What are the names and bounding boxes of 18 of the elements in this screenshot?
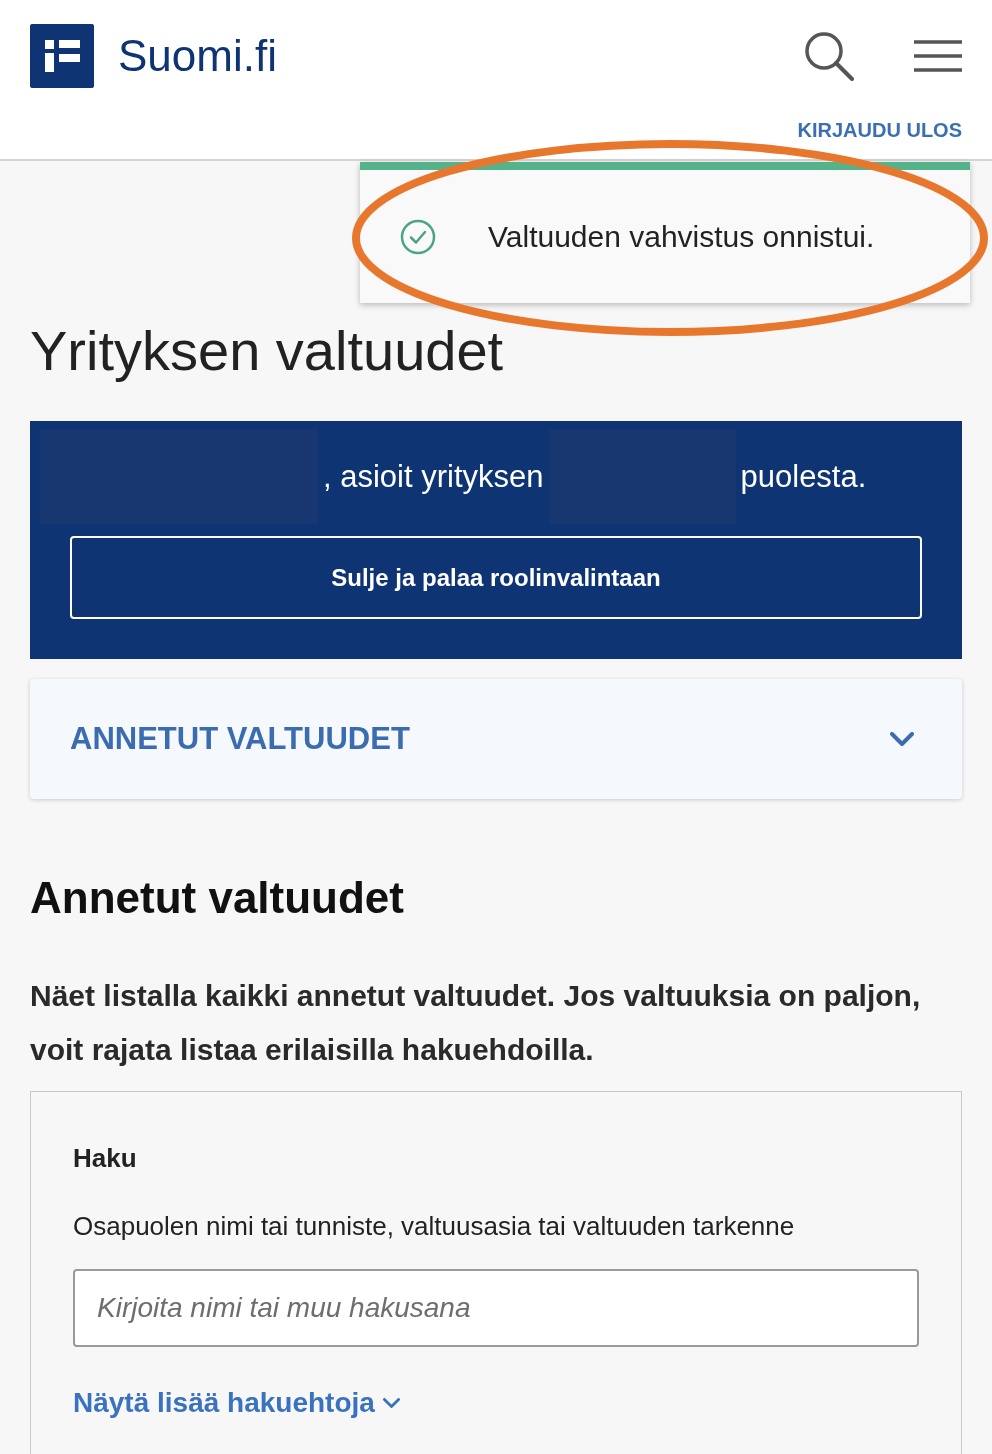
page-title: Yrityksen valtuudet (30, 318, 505, 384)
logo-icon[interactable] (30, 24, 94, 88)
site-name[interactable]: Suomi.fi (118, 34, 277, 78)
menu-icon[interactable] (914, 40, 962, 72)
logout-link[interactable]: KIRJAUDU ULOS (797, 118, 962, 142)
section-heading: Annetut valtuudet (30, 872, 405, 924)
close-role-button[interactable]: Sulje ja palaa roolinvalintaan (70, 536, 922, 619)
more-search-options-link[interactable]: Näytä lisää hakuehtoja (73, 1385, 400, 1421)
search-title: Haku (73, 1142, 138, 1175)
search-field-label: Osapuolen nimi tai tunniste, valtuusasia tai valtuuden tarkenne (73, 1210, 796, 1243)
section-description: Näet listalla kaikki annetut valtuudet. Jos valtuuksia on paljon, voit rajata listaa erilaisilla hakuehdoilla. (30, 978, 922, 1068)
check-circle-icon (400, 218, 436, 255)
toast-message: Valtuuden vahvistus onnistui. (488, 218, 875, 255)
banner-text: , asioit yrityksen (323, 457, 544, 496)
search-input[interactable]: Kirjoita nimi tai muu hakusana (73, 1269, 919, 1347)
banner-text: puolesta. (740, 457, 867, 496)
accordion-header[interactable]: ANNETUT VALTUUDET (30, 679, 962, 799)
search-icon[interactable] (804, 31, 854, 81)
